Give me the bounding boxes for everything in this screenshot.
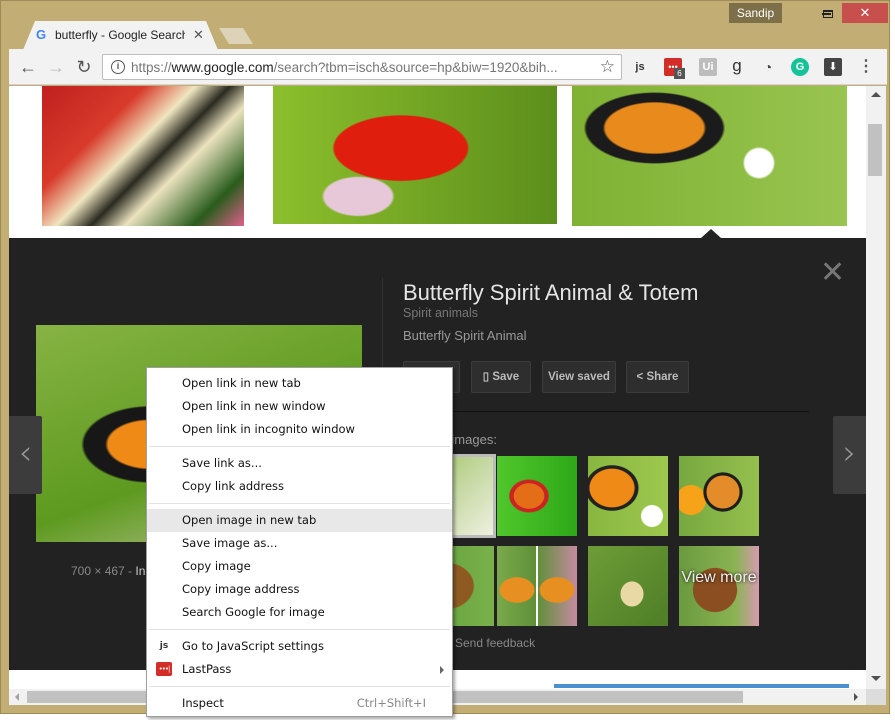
javascript-settings-icon: js bbox=[159, 641, 169, 651]
profile-button[interactable]: Sandip bbox=[729, 3, 782, 23]
image-meta-link[interactable]: In bbox=[135, 564, 145, 578]
menu-item-open-image-new-tab[interactable]: Open image in new tab bbox=[147, 509, 452, 532]
menu-item-copy-image[interactable]: Copy image bbox=[147, 555, 452, 578]
close-window-button[interactable]: ✕ bbox=[842, 3, 888, 23]
menu-item-open-link-incognito[interactable]: Open link in incognito window bbox=[147, 418, 452, 441]
back-button[interactable]: ← bbox=[17, 56, 39, 78]
submenu-arrow-icon bbox=[440, 666, 444, 674]
reload-button[interactable]: ↻ bbox=[73, 56, 95, 78]
lastpass-icon: •••| bbox=[156, 662, 172, 676]
menu-separator bbox=[149, 446, 450, 447]
menu-item-inspect[interactable]: Inspect Ctrl+Shift+I bbox=[147, 692, 452, 715]
result-image-monarch[interactable] bbox=[572, 86, 847, 226]
menu-item-copy-link-address[interactable]: Copy link address bbox=[147, 475, 452, 498]
scroll-left-icon[interactable] bbox=[15, 693, 19, 701]
vertical-scroll-thumb[interactable] bbox=[868, 124, 882, 176]
save-label: Save bbox=[492, 371, 520, 383]
url-scheme: https:// bbox=[131, 60, 172, 75]
scroll-right-icon[interactable] bbox=[854, 693, 858, 701]
bookmark-star-icon[interactable]: ☆ bbox=[600, 57, 615, 77]
related-image[interactable] bbox=[588, 546, 668, 626]
result-image-swallowtail[interactable] bbox=[42, 86, 244, 226]
result-image-red-butterfly[interactable] bbox=[273, 86, 557, 224]
bookmark-icon: ▯ bbox=[482, 371, 493, 383]
new-tab-button[interactable] bbox=[219, 28, 253, 44]
view-saved-button[interactable]: View saved bbox=[542, 361, 616, 393]
menu-item-save-image-as[interactable]: Save image as... bbox=[147, 532, 452, 555]
scroll-up-icon[interactable] bbox=[871, 92, 881, 97]
address-bar[interactable]: i https://www.google.com/search?tbm=isch… bbox=[102, 54, 622, 80]
menu-item-save-link-as[interactable]: Save link as... bbox=[147, 452, 452, 475]
send-feedback-link[interactable]: Send feedback bbox=[455, 636, 535, 650]
download-icon[interactable]: ⬇ bbox=[824, 58, 842, 76]
previous-image-button[interactable]: ‹ bbox=[9, 416, 42, 494]
save-button[interactable]: ▯ Save bbox=[471, 361, 531, 393]
view-more-label[interactable]: View more bbox=[679, 568, 759, 587]
related-image[interactable] bbox=[679, 456, 759, 536]
javascript-settings-icon[interactable]: js bbox=[631, 58, 649, 76]
share-button[interactable]: < Share bbox=[626, 361, 689, 393]
uipath-icon[interactable]: Ui bbox=[699, 58, 717, 76]
image-description: Butterfly Spirit Animal bbox=[403, 328, 527, 343]
chrome-menu-icon[interactable]: ⋮ bbox=[857, 58, 875, 76]
maximize-icon bbox=[823, 9, 833, 18]
forward-button[interactable]: → bbox=[45, 56, 67, 78]
google-favicon-icon: G bbox=[36, 27, 47, 42]
grammarly-icon[interactable]: G bbox=[791, 58, 809, 76]
url-path: /search?tbm=isch&source=hp&biw=1920&bih.… bbox=[273, 60, 558, 75]
page-load-progress-bar bbox=[554, 684, 849, 688]
tab-butterfly-search[interactable]: G butterfly - Google Search ✕ bbox=[23, 21, 218, 50]
context-menu: Open link in new tab Open link in new wi… bbox=[146, 367, 453, 717]
meta-separator: - bbox=[124, 564, 136, 578]
speedometer-icon[interactable]: ◔ bbox=[759, 58, 777, 76]
image-title[interactable]: Butterfly Spirit Animal & Totem bbox=[403, 280, 699, 306]
image-dimensions: 700 × 467 bbox=[71, 564, 125, 578]
share-label: Share bbox=[646, 371, 679, 383]
lastpass-icon[interactable]: ••• 6 bbox=[664, 58, 685, 79]
next-image-button[interactable]: › bbox=[833, 416, 866, 494]
menu-item-label: Go to JavaScript settings bbox=[182, 639, 324, 653]
info-icon[interactable]: i bbox=[111, 60, 125, 74]
scrollbar-corner bbox=[866, 689, 886, 705]
url-text[interactable]: https://www.google.com/search?tbm=isch&s… bbox=[131, 60, 591, 75]
scroll-down-icon[interactable] bbox=[871, 676, 881, 681]
browser-toolbar: ← → ↻ i https://www.google.com/search?tb… bbox=[9, 49, 887, 85]
tab-close-icon[interactable]: ✕ bbox=[193, 27, 204, 43]
tab-title: butterfly - Google Search bbox=[55, 28, 185, 42]
title-bar: Sandip ✕ G butterfly - Google Search ✕ bbox=[1, 1, 889, 50]
menu-item-label: LastPass bbox=[182, 662, 232, 676]
vertical-scrollbar[interactable] bbox=[866, 86, 886, 689]
goodreads-icon[interactable]: g bbox=[728, 57, 746, 76]
menu-item-search-google-for-image[interactable]: Search Google for image bbox=[147, 601, 452, 624]
lastpass-badge: 6 bbox=[674, 68, 685, 79]
menu-separator bbox=[149, 503, 450, 504]
shortcut-label: Ctrl+Shift+I bbox=[356, 696, 426, 710]
selection-pointer bbox=[701, 229, 721, 238]
menu-item-open-link-new-window[interactable]: Open link in new window bbox=[147, 395, 452, 418]
menu-item-label: Inspect bbox=[182, 696, 224, 710]
image-meta: 700 × 467 - In bbox=[71, 564, 145, 578]
share-icon: < bbox=[636, 371, 647, 383]
menu-item-javascript-settings[interactable]: js Go to JavaScript settings bbox=[147, 635, 452, 658]
menu-separator bbox=[149, 686, 450, 687]
image-source[interactable]: Spirit animals bbox=[403, 306, 478, 320]
maximize-button[interactable] bbox=[813, 3, 843, 23]
url-host: www.google.com bbox=[171, 60, 274, 75]
menu-item-open-link-new-tab[interactable]: Open link in new tab bbox=[147, 372, 452, 395]
related-image[interactable] bbox=[588, 456, 668, 536]
section-divider bbox=[403, 411, 809, 412]
menu-item-copy-image-address[interactable]: Copy image address bbox=[147, 578, 452, 601]
menu-separator bbox=[149, 629, 450, 630]
close-panel-icon[interactable]: ✕ bbox=[820, 258, 845, 288]
related-image[interactable] bbox=[497, 546, 577, 626]
menu-item-lastpass[interactable]: •••| LastPass bbox=[147, 658, 452, 681]
related-image[interactable] bbox=[497, 456, 577, 536]
